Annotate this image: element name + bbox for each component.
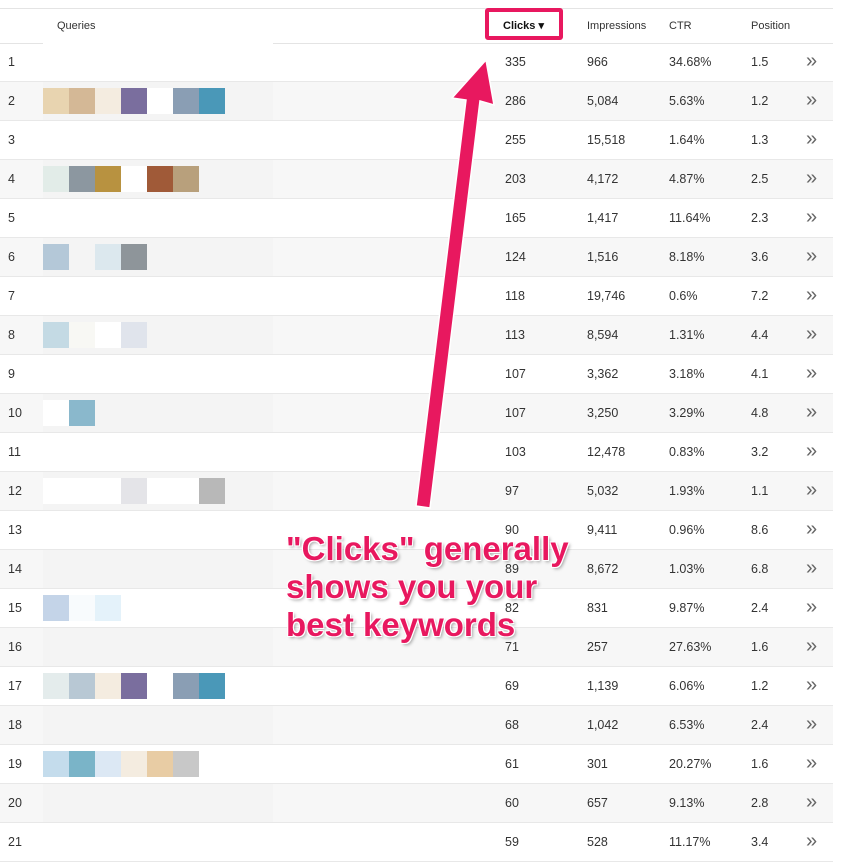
callout-line-3: best keywords [286, 606, 516, 643]
callout-line-2: shows you your [286, 568, 538, 605]
annotation-arrow [415, 58, 495, 509]
annotation-callout: "Clicks" generally shows you your best k… [286, 530, 586, 644]
callout-line-1: "Clicks" generally [286, 530, 569, 567]
